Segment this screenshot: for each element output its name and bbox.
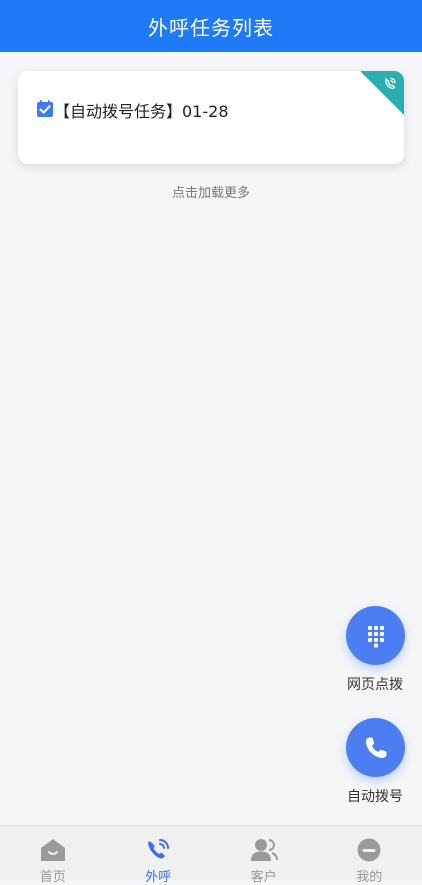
phone-call-icon	[360, 71, 404, 115]
tab-outbound-call[interactable]: 外呼	[106, 826, 212, 880]
tab-label-outbound-call: 外呼	[106, 866, 212, 885]
check-icon	[36, 100, 54, 118]
tab-label-home: 首页	[0, 866, 106, 885]
profile-icon	[355, 836, 383, 864]
task-card[interactable]: 【自动拨号任务】01-28	[18, 71, 404, 164]
page-title: 外呼任务列表	[148, 12, 274, 41]
tab-customers[interactable]: 客户	[211, 826, 317, 880]
tab-home[interactable]: 首页	[0, 826, 106, 880]
load-more-button[interactable]: 点击加载更多	[0, 182, 422, 201]
tab-label-customers: 客户	[211, 866, 317, 885]
phone-icon	[363, 735, 389, 761]
dialpad-icon	[366, 624, 386, 648]
auto-dial-label: 自动拨号	[335, 786, 415, 806]
tab-me[interactable]: 我的	[317, 826, 422, 880]
web-dial-label: 网页点拨	[335, 674, 415, 694]
phone-call-icon	[144, 836, 172, 864]
web-dial-button[interactable]	[346, 606, 405, 665]
auto-dial-button[interactable]	[346, 718, 405, 777]
home-icon	[39, 836, 67, 864]
bottom-tab-bar: 首页 外呼 客户 我的	[0, 825, 422, 880]
tab-label-me: 我的	[317, 866, 422, 885]
task-title: 【自动拨号任务】01-28	[54, 98, 229, 122]
page-header: 外呼任务列表	[0, 0, 422, 52]
contacts-icon	[250, 836, 278, 864]
